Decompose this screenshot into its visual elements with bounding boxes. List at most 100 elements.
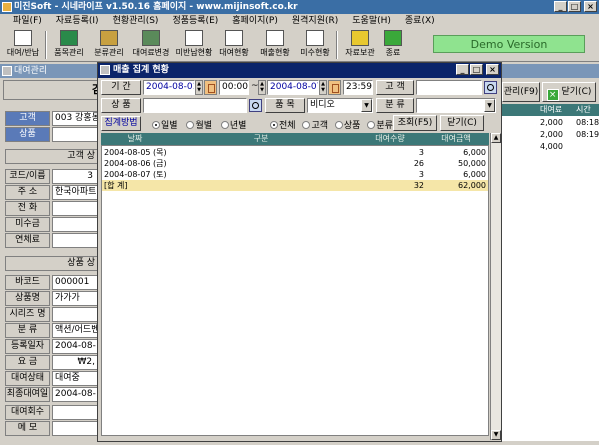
table-row[interactable]: 4,000 — [500, 141, 599, 153]
grid-vertical-scrollbar[interactable]: ▲ ▼ — [490, 133, 501, 440]
customer-filter-label: 고 객 — [376, 80, 414, 95]
window-icon[interactable] — [2, 66, 12, 76]
scroll-up-icon[interactable]: ▲ — [491, 133, 501, 143]
radio-yearly[interactable]: 년별 — [220, 121, 246, 131]
radio-all[interactable]: 전체 — [270, 121, 296, 131]
dialog-minimize-button[interactable]: _ — [456, 64, 469, 75]
barcode-field[interactable]: 000001 — [52, 275, 98, 290]
address-label: 주 소 — [5, 185, 50, 200]
rental-grid: 2,000 08:18 2,000 08:19 4,000 — [500, 116, 599, 441]
menu-data-entry[interactable]: 자료등록(I) — [49, 14, 106, 28]
radio-customer[interactable]: 고객 — [302, 121, 328, 131]
search-icon[interactable] — [249, 99, 262, 112]
menu-file[interactable]: 파일(F) — [6, 14, 49, 28]
category-manage-button[interactable]: 분류관리 — [88, 30, 130, 60]
radio-daily[interactable]: 일별 — [152, 121, 178, 131]
close-button[interactable]: × — [584, 1, 597, 12]
product-section-header: 상품 상 — [5, 256, 98, 271]
money-icon — [142, 30, 160, 46]
customer-section-header: 고객 상 — [5, 149, 98, 164]
period-radio-group: 일별 월별 년별 — [152, 118, 246, 131]
table-row[interactable]: 2,000 08:19 — [500, 129, 599, 141]
series-field[interactable] — [52, 307, 98, 322]
table-row[interactable]: 2004-08-07 (토) 3 6,000 — [102, 169, 488, 180]
background-close-button[interactable]: × 닫기(C) — [542, 82, 596, 102]
product-field[interactable] — [52, 127, 98, 142]
rental-window-title: 대여관리 — [14, 66, 48, 76]
dialog-icon[interactable] — [100, 65, 110, 75]
reg-date-field[interactable]: 2004-08- — [52, 339, 98, 354]
calendar-icon[interactable] — [204, 80, 217, 95]
chevron-down-icon[interactable]: ▼ — [484, 99, 495, 112]
date-to-spinner-left[interactable]: ▲ ▼ — [258, 80, 266, 95]
customer-filter-field[interactable] — [416, 80, 482, 95]
minimize-button[interactable]: _ — [554, 1, 567, 12]
col-date-header: 날짜 — [127, 134, 143, 143]
dialog-close-button[interactable]: × — [486, 64, 499, 75]
exit-button[interactable]: 종료 — [372, 30, 414, 60]
product-name-field[interactable]: 가가가 — [52, 291, 98, 306]
dialog-title: 매출 집계 현황 — [113, 65, 169, 75]
radio-monthly[interactable]: 월별 — [186, 121, 212, 131]
menu-help[interactable]: 도움말(H) — [345, 14, 398, 28]
search-icon[interactable] — [484, 81, 497, 94]
scroll-down-icon[interactable]: ▼ — [491, 430, 501, 440]
unreturned-status-button[interactable]: 미반납현황 — [173, 30, 215, 60]
rental-status-button[interactable]: 대여현황 — [213, 30, 255, 60]
date-to-field[interactable]: 2004-08-07 — [267, 80, 319, 95]
category-field[interactable]: 액션/어드벤 — [52, 323, 98, 338]
app-title: 미진Soft - 시네라이프 v1.50.16 홈페이지 - www.mijin… — [14, 2, 298, 12]
rental-return-button[interactable]: 대여/반납 — [2, 30, 44, 60]
product-manage-button[interactable]: 품목관리 — [48, 30, 90, 60]
table-row[interactable]: 2,000 08:18 — [500, 117, 599, 129]
fee-label: 요 금 — [5, 355, 50, 370]
date-to-spinner[interactable]: ▲ ▼ — [319, 80, 327, 95]
rental-count-field[interactable] — [52, 405, 98, 420]
memo-field[interactable] — [52, 421, 98, 436]
late-fee-field[interactable] — [52, 233, 98, 248]
menu-remote-support[interactable]: 원격지원(R) — [285, 14, 345, 28]
toolbar-separator — [336, 31, 338, 59]
calendar-icon[interactable] — [328, 80, 341, 95]
manage-f9-button[interactable]: 관리(F9) — [502, 82, 540, 102]
maximize-button[interactable]: □ — [568, 1, 581, 12]
phone-field[interactable] — [52, 201, 98, 216]
total-row[interactable]: [합 계] 32 62,000 — [102, 180, 488, 191]
customer-field[interactable]: 003 강홍동 — [52, 111, 98, 126]
address-field[interactable]: 한국아파트 — [52, 185, 98, 200]
last-rental-field[interactable]: 2004-08- — [52, 387, 98, 402]
date-from-field[interactable]: 2004-08-01 — [143, 80, 195, 95]
rental-status-label: 대여상태 — [5, 371, 50, 386]
time-to-field[interactable]: 23:59 — [343, 80, 373, 95]
col-qty-header: 대여수량 — [375, 134, 405, 143]
radio-category[interactable]: 분류 — [367, 121, 393, 131]
time-from-field[interactable]: 00:00 — [219, 80, 249, 95]
product-filter-field[interactable] — [143, 98, 247, 113]
col-amount-header: 대여금액 — [441, 134, 471, 143]
chevron-down-icon[interactable]: ▼ — [361, 99, 372, 112]
app-icon[interactable] — [2, 2, 12, 12]
receivables-status-button[interactable]: 미수현황 — [294, 30, 336, 60]
menu-status[interactable]: 현황관리(S) — [106, 14, 166, 28]
date-from-spinner[interactable]: ▲ ▼ — [195, 80, 203, 95]
code-name-field[interactable]: 3 — [52, 169, 98, 184]
customer-label[interactable]: 고객 — [5, 111, 50, 126]
dialog-close-c-button[interactable]: 닫기(C) — [440, 115, 484, 131]
unpaid-field[interactable] — [52, 217, 98, 232]
dialog-maximize-button[interactable]: □ — [470, 64, 483, 75]
disk-icon — [351, 30, 369, 46]
rental-status-field[interactable]: 대여중 — [52, 371, 98, 386]
menu-homepage[interactable]: 홈페이지(P) — [225, 14, 285, 28]
reg-date-label: 등록일자 — [5, 339, 50, 354]
table-row[interactable]: 2004-08-05 (목) 3 6,000 — [102, 147, 488, 158]
menu-registration[interactable]: 정품등록(E) — [165, 14, 225, 28]
sales-status-button[interactable]: 매출현황 — [254, 30, 296, 60]
fee-change-button[interactable]: 대여료변경 — [130, 30, 172, 60]
radio-product[interactable]: 상품 — [334, 121, 360, 131]
fee-field[interactable]: ₩2, — [52, 355, 98, 370]
phone-label: 전 화 — [5, 201, 50, 216]
table-row[interactable]: 2004-08-06 (금) 26 50,000 — [102, 158, 488, 169]
search-f5-button[interactable]: 조회(F5) — [393, 115, 437, 131]
menu-exit[interactable]: 종료(X) — [398, 14, 442, 28]
product-label[interactable]: 상품 — [5, 127, 50, 142]
